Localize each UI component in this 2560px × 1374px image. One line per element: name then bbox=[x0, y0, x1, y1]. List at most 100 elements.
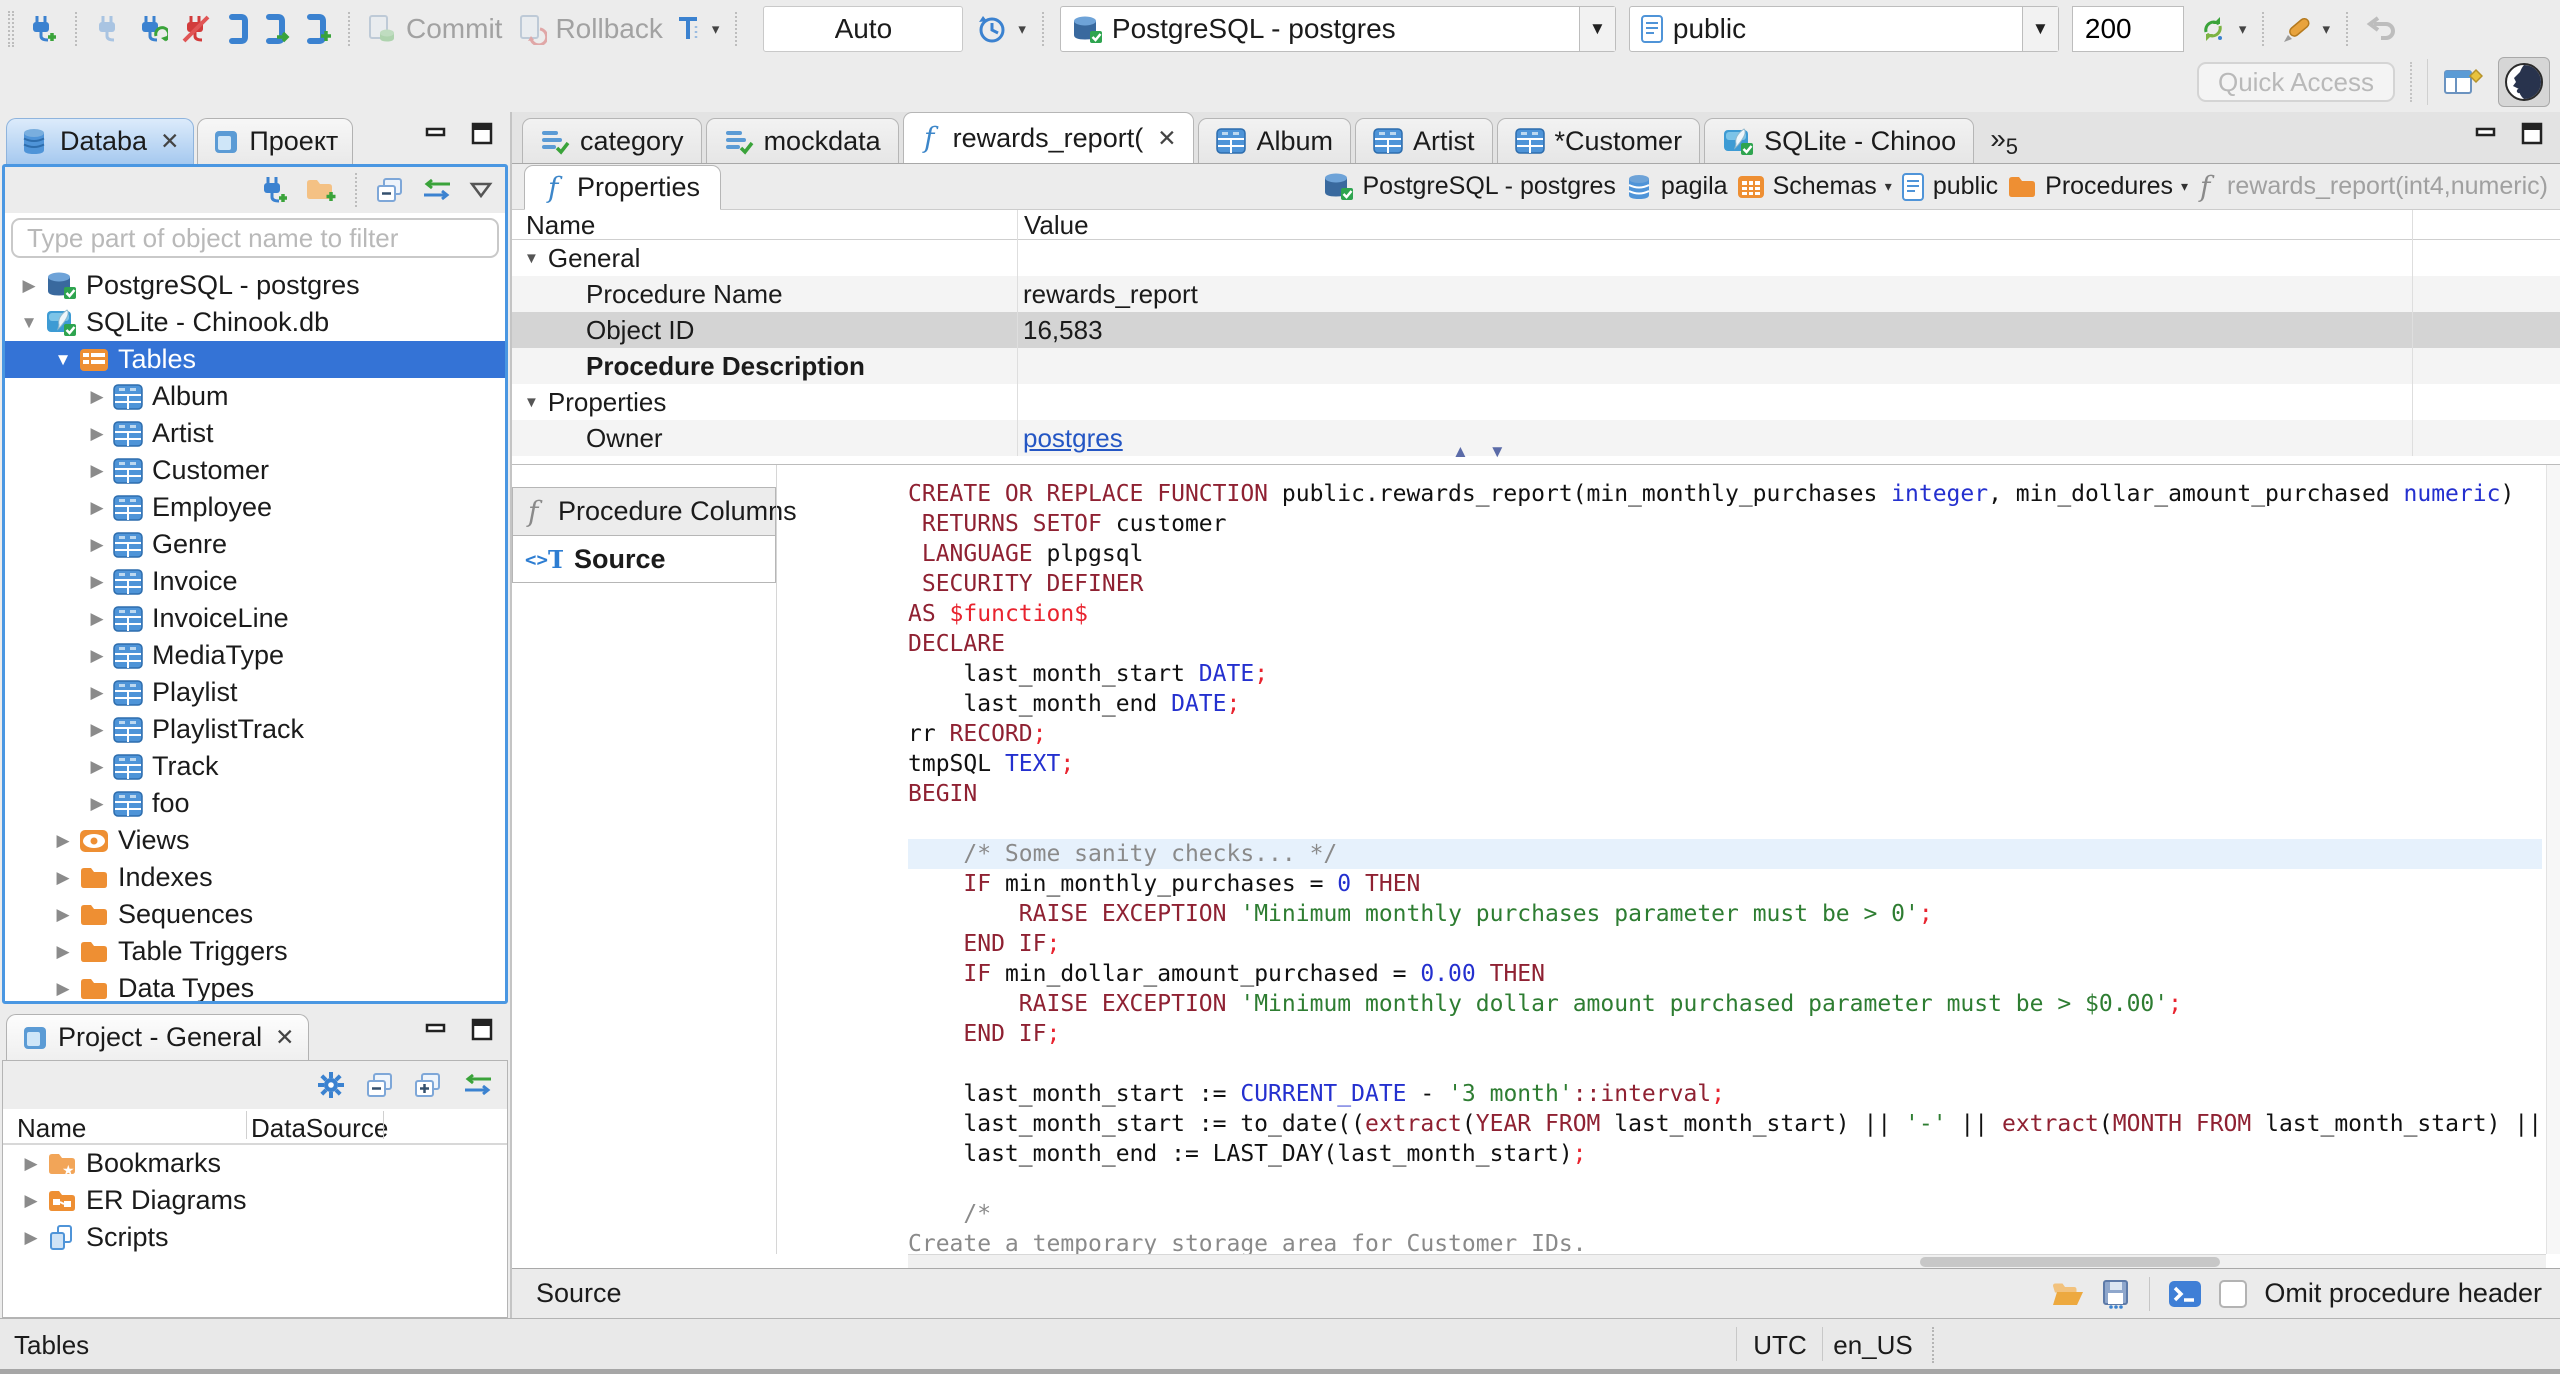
tree-item-bookmarks[interactable]: ▶ ★ Bookmarks bbox=[3, 1145, 507, 1182]
tree-item-track[interactable]: ▶ Track bbox=[5, 748, 505, 785]
chevron-right-icon[interactable]: ▶ bbox=[49, 905, 77, 925]
editor-tab-customer[interactable]: *Customer bbox=[1496, 118, 1701, 163]
chevron-right-icon[interactable]: ▶ bbox=[49, 831, 77, 851]
breadcrumb-postgresql-postgres[interactable]: PostgreSQL - postgres bbox=[1322, 172, 1616, 201]
chevron-down-icon[interactable]: ▾ bbox=[2181, 178, 2188, 195]
tree-item-indexes[interactable]: ▶ Indexes bbox=[5, 859, 505, 896]
breadcrumb-pagila[interactable]: pagila bbox=[1625, 172, 1728, 201]
property-value-link[interactable]: postgres bbox=[1023, 420, 1123, 456]
tree-item-mediatype[interactable]: ▶ MediaType bbox=[5, 637, 505, 674]
commit-button[interactable]: Commit bbox=[366, 13, 502, 45]
collapse-up-icon[interactable]: ▲ bbox=[1452, 442, 1469, 462]
chevron-down-icon[interactable]: ▼ bbox=[49, 350, 77, 370]
toolbar-drag-handle[interactable] bbox=[8, 11, 14, 47]
rollback-button[interactable]: Rollback bbox=[515, 13, 663, 45]
reconnect-icon[interactable] bbox=[136, 13, 168, 45]
scrollbar-thumb[interactable] bbox=[1920, 1257, 2220, 1267]
collapse-all-icon[interactable] bbox=[365, 1071, 395, 1099]
editor-tab-rewards-report[interactable]: f rewards_report(✕ bbox=[902, 112, 1195, 163]
sql-history-button[interactable]: ▾ bbox=[976, 13, 1026, 45]
gear-icon[interactable] bbox=[315, 1069, 347, 1101]
tree-item-employee[interactable]: ▶ Employee bbox=[5, 489, 505, 526]
column-value[interactable]: Value bbox=[1024, 210, 1089, 241]
close-tab-icon[interactable]: ✕ bbox=[160, 128, 179, 155]
minimize-icon[interactable] bbox=[2474, 123, 2500, 145]
tab-databa[interactable]: Databa ✕ bbox=[6, 118, 195, 164]
chevron-right-icon[interactable]: ▶ bbox=[83, 646, 111, 666]
horizontal-scrollbar[interactable] bbox=[908, 1254, 2546, 1268]
tree-item-scripts[interactable]: ▶ Scripts bbox=[3, 1219, 507, 1256]
grid-row-owner[interactable]: Owner postgres bbox=[512, 420, 2560, 456]
new-connection-icon[interactable] bbox=[27, 13, 59, 45]
chevron-down-icon[interactable]: ▼ bbox=[524, 250, 539, 267]
expand-all-icon[interactable] bbox=[413, 1071, 443, 1099]
dropdown-arrow-icon[interactable]: ▾ bbox=[712, 20, 720, 38]
grid-row-procedure-name[interactable]: Procedure Name rewards_report bbox=[512, 276, 2560, 312]
tree-item-sqlite-chinook-db[interactable]: ▼ SQLite - Chinook.db bbox=[5, 304, 505, 341]
chevron-right-icon[interactable]: ▶ bbox=[83, 609, 111, 629]
omit-procedure-header-checkbox[interactable] bbox=[2219, 1279, 2248, 1308]
tab-проект[interactable]: Проект bbox=[197, 118, 354, 164]
chevron-right-icon[interactable]: ▶ bbox=[49, 942, 77, 962]
disconnect-icon[interactable] bbox=[181, 13, 211, 45]
tree-item-invoice[interactable]: ▶ Invoice bbox=[5, 563, 505, 600]
new-sql-editor-icon[interactable] bbox=[304, 13, 332, 45]
breadcrumb-schemas[interactable]: Schemas ▾ bbox=[1737, 172, 1892, 201]
quick-access-input[interactable]: Quick Access bbox=[2197, 62, 2395, 102]
minimize-icon[interactable] bbox=[424, 123, 450, 145]
chevron-right-icon[interactable]: ▶ bbox=[83, 794, 111, 814]
tree-item-postgresql-postgres[interactable]: ▶ PostgreSQL - postgres bbox=[5, 267, 505, 304]
chevron-right-icon[interactable]: ▶ bbox=[83, 424, 111, 444]
dbeaver-perspective-button[interactable] bbox=[2498, 57, 2550, 107]
chevron-right-icon[interactable]: ▶ bbox=[17, 1154, 45, 1174]
editor-tab-album[interactable]: Album bbox=[1198, 118, 1352, 163]
tree-item-invoiceline[interactable]: ▶ InvoiceLine bbox=[5, 600, 505, 637]
status-locale[interactable]: en_US bbox=[1827, 1330, 1919, 1361]
fetch-size-input[interactable] bbox=[2071, 6, 2184, 52]
chevron-right-icon[interactable]: ▶ bbox=[83, 572, 111, 592]
source-code[interactable]: CREATE OR REPLACE FUNCTION public.reward… bbox=[908, 479, 2560, 1268]
chevron-right-icon[interactable]: ▶ bbox=[49, 868, 77, 888]
grid-row-procedure-description[interactable]: Procedure Description bbox=[512, 348, 2560, 384]
object-filter-input[interactable] bbox=[11, 218, 499, 258]
link-with-editor-icon[interactable] bbox=[420, 177, 454, 203]
connect-icon[interactable] bbox=[93, 13, 123, 45]
schema-combo[interactable]: public ▼ bbox=[1628, 6, 2059, 52]
tab-properties[interactable]: f Properties bbox=[524, 165, 722, 210]
tree-item-album[interactable]: ▶ Album bbox=[5, 378, 505, 415]
load-from-file-icon[interactable] bbox=[2051, 1280, 2085, 1308]
grid-row-general[interactable]: ▼ General bbox=[512, 240, 2560, 276]
subtab-source[interactable]: <>T Source bbox=[512, 535, 776, 583]
tab-project-general[interactable]: Project - General ✕ bbox=[6, 1014, 310, 1060]
editor-tab-mockdata[interactable]: mockdata bbox=[705, 118, 899, 163]
open-perspective-icon[interactable] bbox=[2443, 66, 2483, 98]
column-divider[interactable] bbox=[1017, 210, 1018, 456]
dropdown-arrow-icon[interactable]: ▾ bbox=[1018, 20, 1026, 38]
maximize-icon[interactable] bbox=[470, 1018, 496, 1042]
tree-item-sequences[interactable]: ▶ Sequences bbox=[5, 896, 505, 933]
new-folder-icon[interactable] bbox=[305, 176, 337, 204]
combo-dropdown-button[interactable]: ▼ bbox=[1578, 7, 1615, 51]
maximize-icon[interactable] bbox=[470, 122, 496, 146]
column-datasource[interactable]: DataSource bbox=[251, 1113, 388, 1144]
open-sql-console-icon[interactable] bbox=[263, 13, 291, 45]
tree-item-er-diagrams[interactable]: ▶ ER Diagrams bbox=[3, 1182, 507, 1219]
tree-item-tables[interactable]: ▼ Tables bbox=[5, 341, 505, 378]
dropdown-arrow-icon[interactable]: ▾ bbox=[2239, 20, 2247, 38]
column-divider[interactable] bbox=[2412, 210, 2413, 456]
grid-row-object-id[interactable]: Object ID 16,583 bbox=[512, 312, 2560, 348]
maximize-icon[interactable] bbox=[2520, 122, 2546, 146]
transaction-log-button[interactable]: ▾ bbox=[676, 13, 720, 45]
chevron-down-icon[interactable]: ▼ bbox=[524, 394, 539, 411]
dropdown-arrow-icon[interactable]: ▾ bbox=[2322, 20, 2330, 38]
refresh-button[interactable]: ▾ bbox=[2197, 13, 2247, 45]
minimize-icon[interactable] bbox=[424, 1019, 450, 1041]
tree-item-artist[interactable]: ▶ Artist bbox=[5, 415, 505, 452]
breadcrumb-procedures[interactable]: Procedures ▾ bbox=[2007, 172, 2188, 201]
chevron-down-icon[interactable]: ▾ bbox=[1885, 178, 1892, 195]
collapse-down-icon[interactable]: ▼ bbox=[1489, 442, 1506, 462]
tree-item-foo[interactable]: ▶ foo bbox=[5, 785, 505, 822]
link-with-editor-icon[interactable] bbox=[461, 1072, 495, 1098]
tree-item-table-triggers[interactable]: ▶ Table Triggers bbox=[5, 933, 505, 970]
pen-tool-button[interactable]: ▾ bbox=[2280, 13, 2330, 45]
